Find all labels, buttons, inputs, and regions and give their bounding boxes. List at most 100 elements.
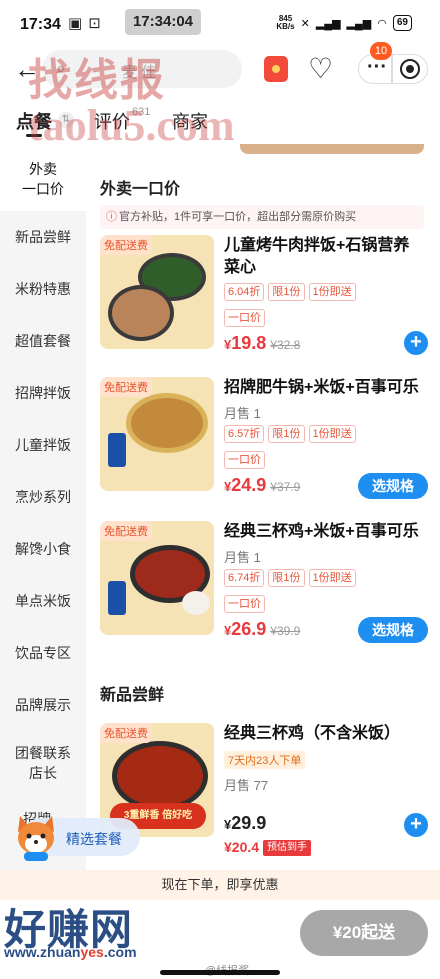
free-delivery-tag: 免配送费 [100, 235, 152, 255]
info-icon: ⓘ [106, 211, 117, 223]
discount-tag: 6.74折 [224, 569, 265, 587]
product-tags: 6.04折 限1份 1份即送 [224, 283, 356, 301]
sidebar-item-group-order[interactable]: 团餐联系 店长 [0, 743, 86, 783]
product-card[interactable]: 免配送费 儿童烤牛肉拌饭+石锅营养菜心 6.04折 限1份 1份即送 一口价 ¥… [100, 235, 428, 367]
rice-bowl [182, 591, 210, 615]
original-price: ¥39.9 [270, 624, 301, 638]
home-indicator[interactable] [160, 970, 280, 975]
fixed-price-tag: 一口价 [224, 595, 265, 613]
sidebar-item-stir-fry[interactable]: 烹炒系列 [0, 487, 86, 507]
cola-can [108, 433, 126, 467]
estimated-price: ¥20.4 预估到手 [224, 839, 312, 857]
chicken-pot [112, 741, 208, 811]
price-value: 19.8 [231, 333, 267, 353]
product-title: 儿童烤牛肉拌饭+石锅营养菜心 [224, 237, 410, 276]
fixed-price-tag: 一口价 [224, 309, 265, 327]
close-mini-program-icon[interactable] [392, 54, 428, 84]
sidebar-item-rice[interactable]: 单点米饭 [0, 591, 86, 611]
sidebar-item-yikoujia[interactable]: 外卖 一口价 [0, 145, 86, 211]
recent-orders-tag: 7天内23人下单 [224, 751, 306, 769]
net-speed-unit: KB/s [276, 22, 295, 31]
red-packet-icon[interactable] [264, 56, 288, 82]
section-title-new: 新品尝鲜 [100, 687, 165, 704]
battery-icon: 69 [392, 15, 412, 31]
estimated-price-value: ¥20.4 [224, 839, 260, 855]
product-tags: 6.57折 限1份 1份即送 [224, 425, 356, 443]
product-image: 免配送费 [100, 377, 214, 491]
category-sidebar: 外卖 一口价 新品尝鲜 米粉特惠 超值套餐 招牌拌饭 儿童拌饭 烹炒系列 解馋小… [0, 145, 86, 920]
message-badge: 10 [370, 42, 392, 60]
monthly-sales: 月售 77 [224, 778, 269, 793]
original-price: ¥37.9 [270, 480, 301, 494]
product-badges: 一口价 [224, 451, 265, 469]
add-to-cart-button[interactable]: + [404, 813, 428, 837]
watermark-url-bottom: www.zhuanyes.com [4, 944, 137, 960]
status-right-icons: 845 KB/s ✕ ▂▄▆ ▂▄▆ ◠ 69 [276, 15, 412, 31]
status-bar: 17:34 ▣ ⊡ 17:34:04 845 KB/s ✕ ▂▄▆ ▂▄▆ ◠ … [0, 0, 440, 48]
product-price: ¥26.9 ¥39.9 [224, 619, 300, 640]
limit-tag: 限1份 [268, 425, 305, 443]
sidebar-item-signature-bibimbap[interactable]: 招牌拌饭 [0, 383, 86, 403]
hotpot-bowl [126, 393, 208, 453]
plate-rice [108, 285, 174, 341]
status-left-icons: ▣ ⊡ [68, 14, 101, 32]
free-delivery-tag: 免配送费 [100, 377, 152, 397]
sidebar-item-new[interactable]: 新品尝鲜 [0, 227, 86, 247]
clock-overlay: 17:34:04 [125, 9, 201, 35]
notification-icon: ⊡ [88, 15, 101, 32]
min-order-button[interactable]: ¥20起送 [300, 910, 428, 956]
favorite-heart-icon[interactable]: ♡ [308, 52, 333, 85]
product-badges: 一口价 [224, 309, 265, 327]
product-title: 经典三杯鸡（不含米饭） [224, 725, 401, 742]
wifi-icon: ◠ [377, 17, 387, 30]
signal-icon: ▂▄▆ [315, 17, 341, 30]
net-speed: 845 KB/s [276, 15, 294, 31]
limit-tag: 限1份 [268, 569, 305, 587]
gallery-icon: ▣ [68, 15, 83, 32]
sidebar-item-brand[interactable]: 品牌展示 [0, 695, 86, 715]
instant-tag: 1份即送 [308, 569, 356, 587]
watermark-url-suffix: .com [103, 944, 137, 960]
monthly-sales: 月售 1 [224, 406, 261, 421]
discount-tag: 6.57折 [224, 425, 265, 443]
sidebar-item-kids-bibimbap[interactable]: 儿童拌饭 [0, 435, 86, 455]
add-to-cart-button[interactable]: + [404, 331, 428, 355]
monthly-sales: 月售 1 [224, 550, 261, 565]
product-title: 招牌肥牛锅+米饭+百事可乐 [224, 379, 419, 396]
subsidy-notice: ⓘ 官方补贴，1件可享一口价，超出部分需原价购买 [100, 205, 424, 229]
product-title: 经典三杯鸡+米饭+百事可乐 [224, 523, 419, 540]
signal2-icon: ▂▄▆ [346, 17, 372, 30]
product-card[interactable]: 3重鲜香 倍好吃 免配送费 经典三杯鸡（不含米饭） 7天内23人下单 月售 77… [100, 723, 428, 857]
sidebar-item-value-combo[interactable]: 超值套餐 [0, 331, 86, 351]
product-price: ¥29.9 [224, 813, 266, 834]
free-delivery-tag: 免配送费 [100, 521, 152, 541]
status-time: 17:34 [20, 16, 61, 33]
section-title-yikoujia: 外卖一口价 [100, 181, 181, 198]
product-image: 免配送费 [100, 235, 214, 349]
product-image: 免配送费 [100, 521, 214, 635]
price-value: 24.9 [231, 475, 267, 495]
product-card[interactable]: 免配送费 经典三杯鸡+米饭+百事可乐 月售 1 6.74折 限1份 1份即送 一… [100, 521, 428, 653]
banner-strip [240, 144, 424, 154]
free-delivery-tag: 免配送费 [100, 723, 152, 743]
combo-label: 精选套餐 [66, 831, 122, 847]
sidebar-item-rice-noodle[interactable]: 米粉特惠 [0, 279, 86, 299]
product-card[interactable]: 免配送费 招牌肥牛锅+米饭+百事可乐 月售 1 6.57折 限1份 1份即送 一… [100, 377, 428, 509]
cola-can [108, 581, 126, 615]
watermark-url-top: taolu5.com [28, 101, 235, 150]
product-price: ¥24.9 ¥37.9 [224, 475, 300, 496]
original-price: ¥32.8 [270, 338, 301, 352]
choose-spec-button[interactable]: 选规格 [358, 473, 428, 499]
instant-tag: 1份即送 [308, 283, 356, 301]
choose-spec-button[interactable]: 选规格 [358, 617, 428, 643]
watermark-logo-top: 找线报 [28, 56, 166, 105]
sidebar-item-drinks[interactable]: 饮品专区 [0, 643, 86, 663]
fixed-price-tag: 一口价 [224, 451, 265, 469]
product-tags: 6.74折 限1份 1份即送 [224, 569, 356, 587]
limit-tag: 限1份 [268, 283, 305, 301]
instant-tag: 1份即送 [308, 425, 356, 443]
product-price: ¥19.8 ¥32.8 [224, 333, 300, 354]
mascot-fox-icon[interactable] [12, 812, 60, 862]
mute-icon: ✕ [300, 17, 310, 30]
sidebar-item-snacks[interactable]: 解馋小食 [0, 539, 86, 559]
